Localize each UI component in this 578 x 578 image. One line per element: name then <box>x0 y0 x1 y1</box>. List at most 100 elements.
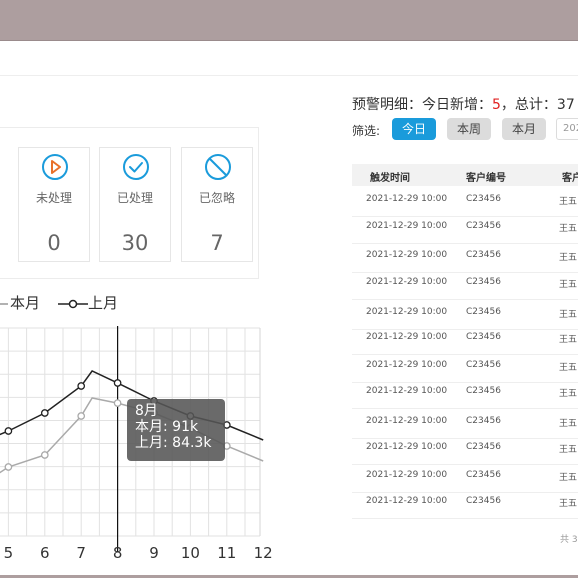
total-count: 37 <box>556 97 575 113</box>
x-tick-label: 7 <box>76 544 86 562</box>
cell-id: C23456 <box>466 250 501 260</box>
cell-name: 王五 <box>559 253 578 263</box>
stat-label: 已忽略 <box>198 191 235 205</box>
cell-name: 王五 <box>559 197 578 207</box>
x-tick-label: 8 <box>113 544 123 562</box>
cell-time: 2021-12-29 10:00 <box>366 442 448 452</box>
cell-time: 2021-12-29 10:00 <box>366 250 448 260</box>
play-icon <box>42 154 68 180</box>
cell-name: 王五 <box>559 363 578 373</box>
row-divider <box>352 464 578 465</box>
check-icon <box>123 154 149 180</box>
cell-name: 王五 <box>559 389 578 399</box>
x-tick-label: 5 <box>4 544 14 562</box>
table-header: 触发时间 客户编号 客户 <box>352 164 578 186</box>
stat-value: 0 <box>47 231 61 255</box>
legend-line-icon <box>0 303 8 305</box>
row-divider <box>352 382 578 383</box>
cell-time: 2021-12-29 10:00 <box>366 194 448 204</box>
x-tick-label: 12 <box>254 544 273 562</box>
cell-id: C23456 <box>466 442 501 452</box>
cell-name: 王五 <box>559 224 578 234</box>
x-tick-label: 9 <box>149 544 159 562</box>
cell-time: 2021-12-29 10:00 <box>366 386 448 396</box>
warning-title-mid: ，总计： <box>500 97 557 113</box>
tooltip-last-month: 上月: 84.3k <box>135 435 212 451</box>
cell-time: 2021-12-29 10:00 <box>366 416 448 426</box>
warning-title-prefix: 预警明细：今日新增： <box>352 97 492 113</box>
cell-id: C23456 <box>466 416 501 426</box>
tooltip-month: 8月 <box>135 403 158 419</box>
x-tick-label: 6 <box>40 544 50 562</box>
legend-this-month[interactable]: 本月 <box>0 292 40 313</box>
ban-icon <box>205 154 231 180</box>
filter-today-button[interactable]: 今日 <box>392 118 436 140</box>
data-point <box>40 409 49 417</box>
top-bar <box>0 0 578 41</box>
stat-card-ignored[interactable]: 已忽略 7 <box>181 147 253 262</box>
cell-time: 2021-12-29 10:00 <box>366 332 448 342</box>
legend-marker-icon <box>58 299 88 309</box>
cell-time: 2021-12-29 10:00 <box>366 307 448 317</box>
cell-name: 王五 <box>559 473 578 483</box>
legend-last-month[interactable]: 上月 <box>58 292 118 313</box>
stat-card-unprocessed[interactable]: 未处理 0 <box>18 147 90 262</box>
cell-name: 王五 <box>559 280 578 290</box>
header-customer-id: 客户编号 <box>466 173 506 184</box>
cell-name: 王五 <box>559 499 578 509</box>
cell-id: C23456 <box>466 386 501 396</box>
x-tick-label: 11 <box>217 544 236 562</box>
row-divider <box>352 408 578 409</box>
data-point <box>4 427 13 435</box>
row-divider <box>352 438 578 439</box>
cell-name: 王五 <box>559 445 578 455</box>
data-point <box>77 412 86 420</box>
stat-value: 7 <box>210 231 224 255</box>
cell-name: 王五 <box>559 419 578 429</box>
legend-label: 本月 <box>10 294 41 312</box>
row-divider <box>352 216 578 217</box>
filter-week-button[interactable]: 本周 <box>447 118 491 140</box>
legend-label: 上月 <box>88 294 119 312</box>
cell-time: 2021-12-29 10:00 <box>366 360 448 370</box>
stat-label: 已处理 <box>116 191 153 205</box>
filter-label: 筛选: <box>352 124 381 138</box>
row-divider <box>352 329 578 330</box>
stat-label: 未处理 <box>35 191 72 205</box>
cell-id: C23456 <box>466 307 501 317</box>
cell-id: C23456 <box>466 470 501 480</box>
chart-tooltip: 8月 本月: 91k 上月: 84.3k <box>127 399 225 461</box>
cell-id: C23456 <box>466 277 501 287</box>
cell-time: 2021-12-29 10:00 <box>366 496 448 506</box>
sub-header <box>0 41 578 76</box>
row-divider <box>352 492 578 493</box>
cell-time: 2021-12-29 10:00 <box>366 470 448 480</box>
new-count: 5 <box>492 97 501 113</box>
cell-id: C23456 <box>466 194 501 204</box>
stats-panel: 未处理 0 已处理 30 已忽略 7 <box>0 127 259 279</box>
data-point <box>113 379 122 387</box>
row-divider <box>352 272 578 273</box>
header-customer: 客户 <box>562 173 578 184</box>
data-point <box>4 463 13 471</box>
data-point <box>113 399 122 407</box>
cell-name: 王五 <box>559 335 578 345</box>
cell-id: C23456 <box>466 221 501 231</box>
stat-value: 30 <box>121 231 149 255</box>
x-tick-label: 10 <box>181 544 200 562</box>
stat-card-processed[interactable]: 已处理 30 <box>99 147 171 262</box>
cell-id: C23456 <box>466 360 501 370</box>
cell-name: 王五 <box>559 310 578 320</box>
table-footer: 共 3 <box>560 535 578 545</box>
header-trigger-time: 触发时间 <box>370 173 410 184</box>
warning-title: 预警明细：今日新增：5，总计：37 <box>352 94 575 114</box>
date-input[interactable]: 2021- <box>556 118 578 140</box>
filter-month-button[interactable]: 本月 <box>502 118 546 140</box>
cell-time: 2021-12-29 10:00 <box>366 277 448 287</box>
row-divider <box>352 299 578 300</box>
data-point <box>77 382 86 390</box>
cell-time: 2021-12-29 10:00 <box>366 221 448 231</box>
tooltip-this-month: 本月: 91k <box>135 419 199 435</box>
row-divider <box>352 243 578 244</box>
row-divider <box>352 354 578 355</box>
